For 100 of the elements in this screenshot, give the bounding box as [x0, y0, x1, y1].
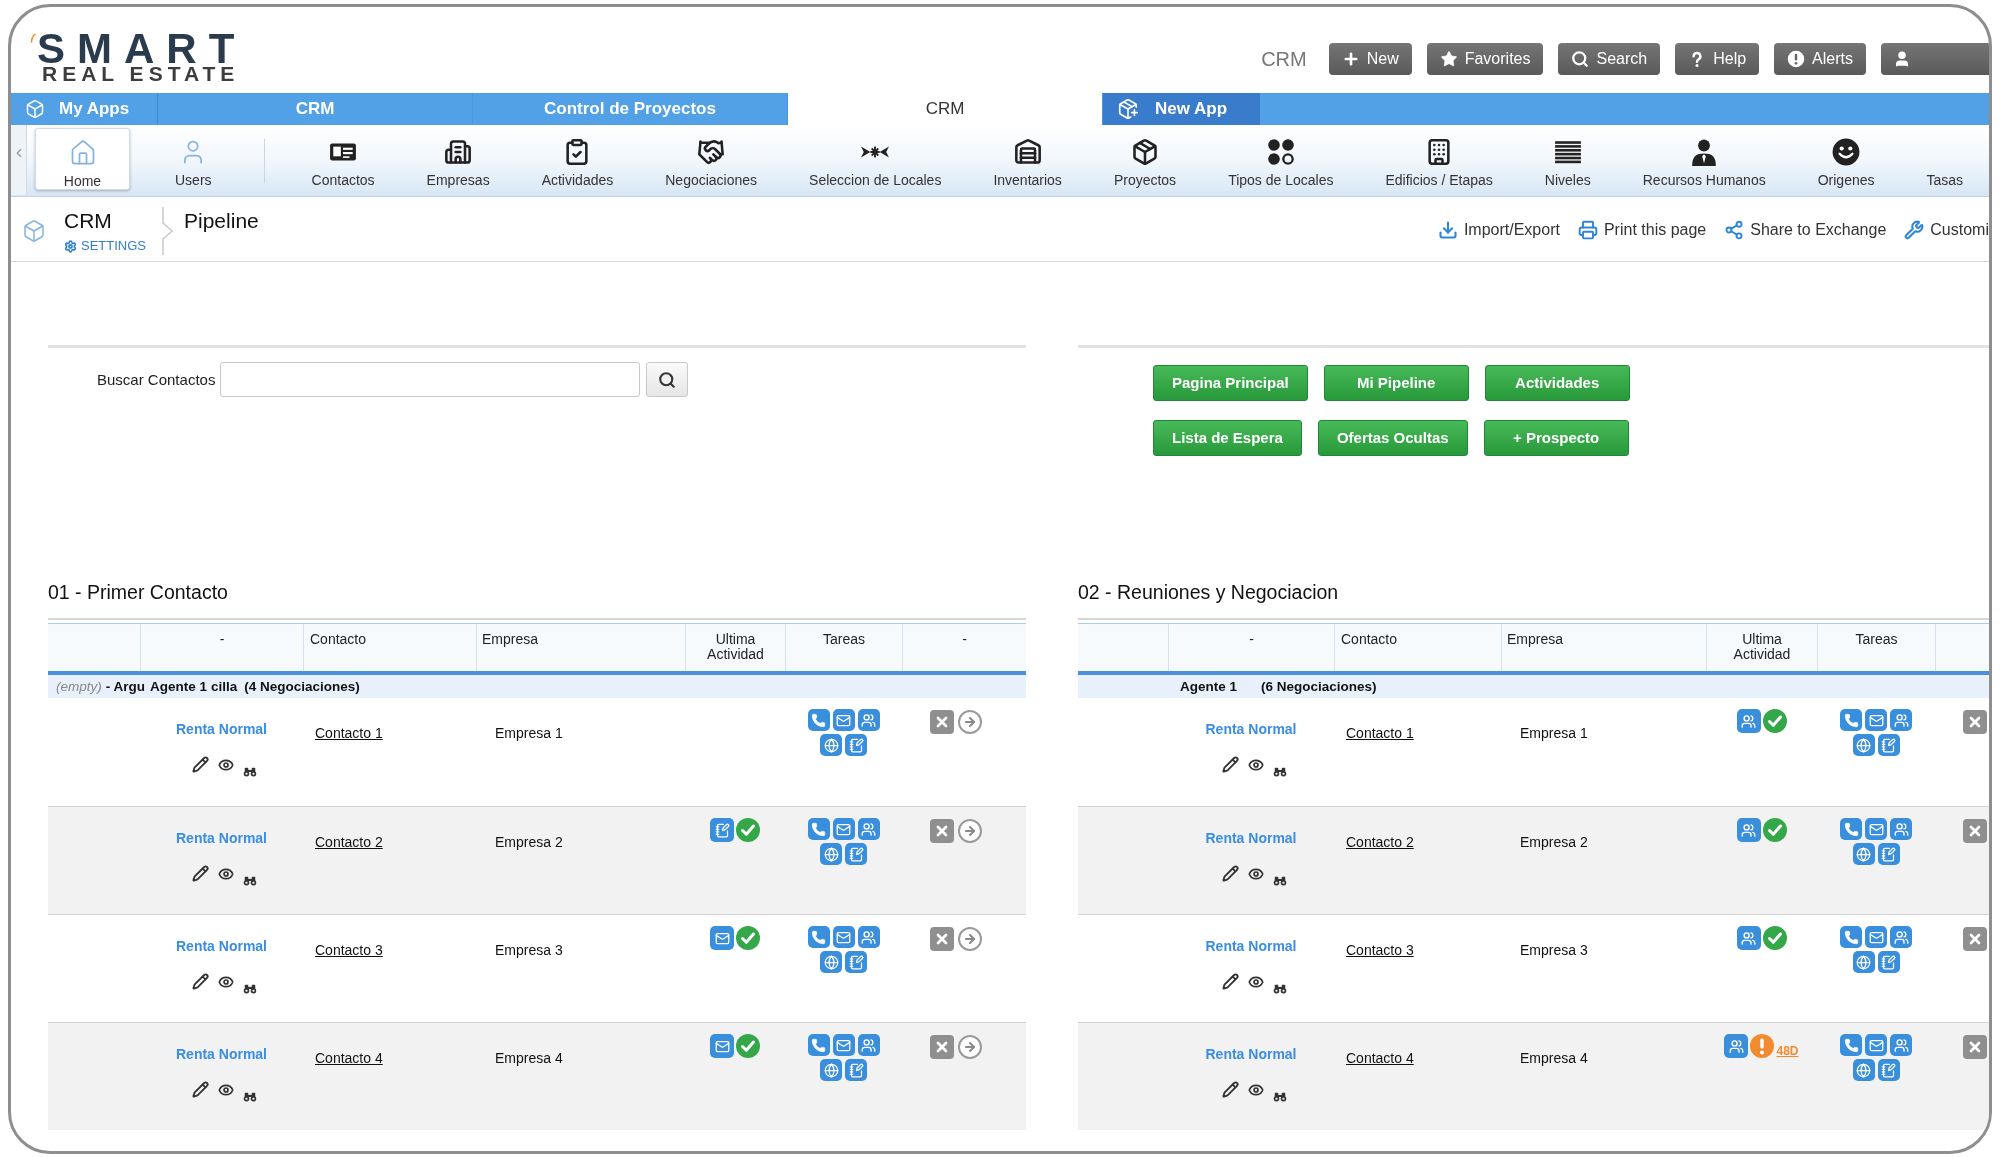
binoculars-icon[interactable]: [243, 876, 257, 886]
contact-link[interactable]: Contacto 2: [1346, 834, 1414, 850]
globe-icon[interactable]: [1852, 843, 1875, 865]
eye-icon[interactable]: [217, 974, 235, 990]
nav-item[interactable]: Niveles: [1518, 125, 1617, 196]
mail-icon[interactable]: [1865, 818, 1887, 840]
page-action-link[interactable]: Print this page: [1577, 220, 1707, 240]
pencil-icon[interactable]: [192, 865, 209, 882]
contact-link[interactable]: Contacto 4: [1346, 1050, 1414, 1066]
close-icon[interactable]: [1963, 927, 1987, 951]
search-button[interactable]: [646, 362, 689, 397]
contact-link[interactable]: Contacto 3: [315, 942, 383, 958]
header-button[interactable]: New: [1328, 43, 1412, 75]
note-icon[interactable]: [710, 818, 734, 842]
people-icon[interactable]: [1736, 709, 1761, 733]
eye-icon[interactable]: [1246, 974, 1265, 990]
nav-item[interactable]: Empresas: [400, 125, 516, 196]
nav-item[interactable]: Actividades: [515, 125, 640, 196]
user-button[interactable]: [1881, 43, 1989, 75]
note-icon[interactable]: [1877, 734, 1900, 756]
contact-link[interactable]: Contacto 1: [1346, 725, 1414, 741]
contact-link[interactable]: Contacto 3: [1346, 942, 1414, 958]
binoculars-icon[interactable]: [1272, 876, 1287, 886]
eye-icon[interactable]: [217, 866, 235, 882]
close-icon[interactable]: [1963, 710, 1987, 734]
eye-icon[interactable]: [1246, 866, 1265, 882]
arrow-right-icon[interactable]: [958, 1035, 982, 1059]
binoculars-icon[interactable]: [1272, 984, 1287, 994]
arrow-right-icon[interactable]: [958, 819, 982, 843]
globe-icon[interactable]: [820, 951, 842, 973]
eye-icon[interactable]: [217, 757, 235, 773]
nav-item[interactable]: Home: [35, 128, 130, 190]
app-tab[interactable]: New App: [1103, 93, 1260, 125]
phone-icon[interactable]: [807, 1034, 830, 1056]
mail-icon[interactable]: [710, 1034, 734, 1058]
close-icon[interactable]: [1963, 819, 1987, 843]
phone-icon[interactable]: [807, 926, 830, 948]
note-icon[interactable]: [845, 951, 867, 973]
app-tab[interactable]: CRM: [788, 93, 1103, 125]
people-icon[interactable]: [857, 709, 880, 731]
nav-item[interactable]: Recursos Humanos: [1616, 125, 1792, 196]
note-icon[interactable]: [1877, 1059, 1900, 1081]
phone-icon[interactable]: [807, 818, 830, 840]
globe-icon[interactable]: [820, 843, 842, 865]
note-icon[interactable]: [845, 1059, 867, 1081]
phone-icon[interactable]: [1840, 926, 1862, 948]
mail-icon[interactable]: [832, 926, 855, 948]
nav-item[interactable]: Edificios / Etapas: [1359, 125, 1519, 196]
mail-icon[interactable]: [1865, 709, 1887, 731]
globe-icon[interactable]: [1852, 734, 1875, 756]
note-icon[interactable]: [1877, 951, 1900, 973]
phone-icon[interactable]: [807, 709, 830, 731]
arrow-right-icon[interactable]: [958, 710, 982, 734]
pencil-icon[interactable]: [1221, 1081, 1239, 1098]
people-icon[interactable]: [1890, 1034, 1912, 1056]
header-button[interactable]: Alerts: [1774, 43, 1866, 75]
globe-icon[interactable]: [1852, 1059, 1875, 1081]
note-icon[interactable]: [845, 734, 867, 756]
page-action-link[interactable]: Customi: [1904, 220, 1989, 240]
people-icon[interactable]: [1890, 818, 1912, 840]
globe-icon[interactable]: [1852, 951, 1875, 973]
note-icon[interactable]: [845, 843, 867, 865]
mail-icon[interactable]: [832, 709, 855, 731]
nav-item[interactable]: Tipos de Locales: [1202, 125, 1360, 196]
contact-link[interactable]: Contacto 4: [315, 1050, 383, 1066]
binoculars-icon[interactable]: [1272, 767, 1287, 777]
close-icon[interactable]: [930, 819, 954, 843]
phone-icon[interactable]: [1840, 818, 1862, 840]
close-icon[interactable]: [930, 710, 954, 734]
nav-item[interactable]: Tasas: [1900, 125, 1966, 196]
pencil-icon[interactable]: [192, 756, 209, 773]
page-action-link[interactable]: Share to Exchange: [1724, 220, 1887, 240]
pencil-icon[interactable]: [192, 973, 209, 990]
people-icon[interactable]: [1736, 926, 1761, 950]
phone-icon[interactable]: [1840, 709, 1862, 731]
binoculars-icon[interactable]: [1272, 1092, 1287, 1102]
settings-link[interactable]: SETTINGS: [64, 238, 146, 254]
people-icon[interactable]: [1736, 818, 1761, 842]
nav-item[interactable]: Origenes: [1791, 125, 1901, 196]
people-icon[interactable]: [857, 926, 880, 948]
pencil-icon[interactable]: [1221, 865, 1239, 882]
nav-item[interactable]: Inventarios: [967, 125, 1088, 196]
nav-item[interactable]: Negociaciones: [639, 125, 784, 196]
close-icon[interactable]: [930, 1035, 954, 1059]
globe-icon[interactable]: [820, 734, 842, 756]
pencil-icon[interactable]: [1221, 973, 1239, 990]
page-action-link[interactable]: Import/Export: [1437, 220, 1560, 240]
header-button[interactable]: Search: [1558, 43, 1661, 75]
people-icon[interactable]: [857, 818, 880, 840]
nav-item[interactable]: Seleccion de Locales: [783, 125, 968, 196]
phone-icon[interactable]: [1840, 1034, 1862, 1056]
people-icon[interactable]: [1890, 709, 1912, 731]
mail-icon[interactable]: [832, 818, 855, 840]
globe-icon[interactable]: [820, 1059, 842, 1081]
mail-icon[interactable]: [832, 1034, 855, 1056]
arrow-right-icon[interactable]: [958, 927, 982, 951]
people-icon[interactable]: [857, 1034, 880, 1056]
mail-icon[interactable]: [710, 926, 734, 950]
search-field[interactable]: [220, 362, 641, 397]
binoculars-icon[interactable]: [243, 767, 257, 777]
